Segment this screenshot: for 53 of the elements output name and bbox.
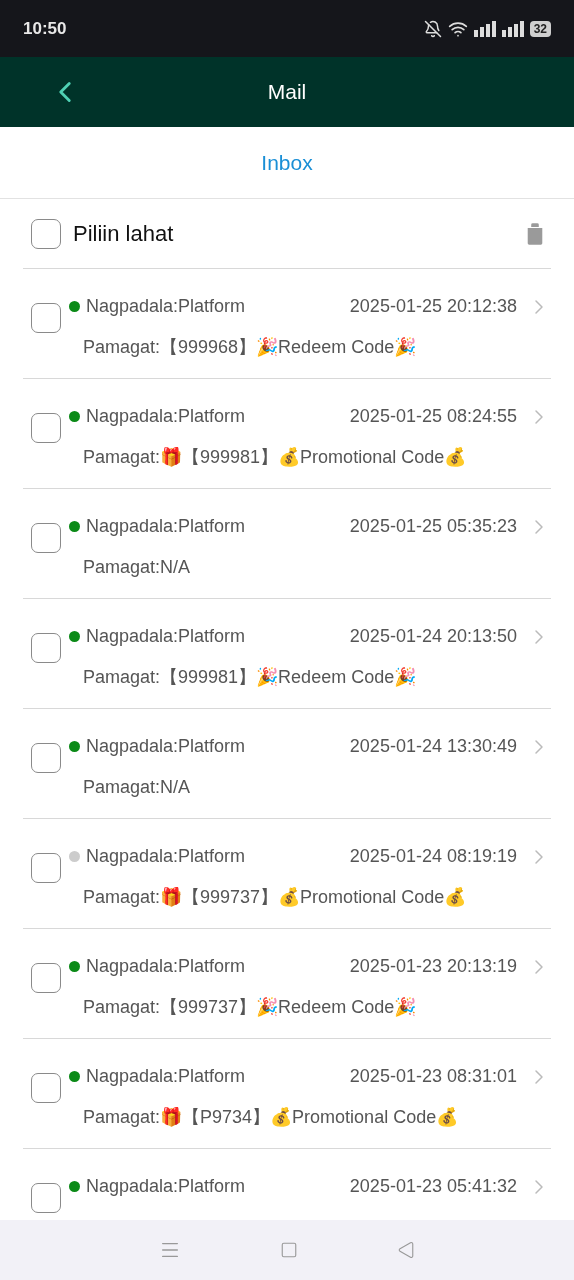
message-subject: Pamagat:N/A bbox=[83, 777, 191, 797]
sender-label: Nagpadala:Platform bbox=[86, 1175, 246, 1198]
page-title: Mail bbox=[267, 79, 307, 106]
message-date: 2025-01-24 20:13:50 bbox=[349, 625, 517, 648]
message-subject: Pamagat:【999737】🎉Redeem Code🎉 bbox=[83, 997, 417, 1017]
message-date: 2025-01-23 20:13:19 bbox=[349, 955, 517, 978]
message-date: 2025-01-24 08:19:19 bbox=[349, 845, 517, 868]
message-subject: Pamagat:N/A bbox=[83, 557, 191, 577]
sender-label: Nagpadala:Platform bbox=[86, 1065, 246, 1088]
message-subject: Pamagat:🎁【999981】💰Promotional Code💰 bbox=[83, 447, 467, 467]
message-subject: Pamagat:🎁【P9734】💰Promotional Code💰 bbox=[83, 1107, 459, 1127]
message-row[interactable]: Nagpadala:Platform 2025-01-24 20:13:50 Pamagat:【999981】🎉Redeem Code🎉 bbox=[23, 599, 551, 709]
signal-icon bbox=[501, 20, 524, 37]
checkbox[interactable] bbox=[31, 1073, 61, 1103]
sender-label: Nagpadala:Platform bbox=[86, 625, 246, 648]
home-icon[interactable] bbox=[280, 1241, 298, 1259]
message-row[interactable]: Nagpadala:Platform 2025-01-23 20:13:19 Pamagat:【999737】🎉Redeem Code🎉 bbox=[23, 929, 551, 1039]
sender-label: Nagpadala:Platform bbox=[86, 955, 246, 978]
message-subject: Pamagat:🎁【999737】💰Promotional Code💰 bbox=[83, 887, 467, 907]
message-date: 2025-01-23 05:41:32 bbox=[349, 1175, 517, 1198]
checkbox[interactable] bbox=[31, 633, 61, 663]
message-date: 2025-01-25 20:12:38 bbox=[349, 295, 517, 318]
sender-label: Nagpadala:Platform bbox=[86, 405, 246, 428]
select-all-label[interactable]: Piliin lahat bbox=[73, 217, 174, 250]
tab[interactable]: Inbox bbox=[253, 146, 321, 179]
message-row[interactable]: Nagpadala:Platform 2025-01-24 08:19:19 Pamagat:🎁【999737】💰Promotional Code💰 bbox=[23, 819, 551, 929]
sender-label: Nagpadala:Platform bbox=[86, 295, 246, 318]
message-row[interactable]: Nagpadala:Platform 2025-01-25 05:35:23 Pamagat:N/A bbox=[23, 489, 551, 599]
checkbox[interactable] bbox=[31, 303, 61, 333]
message-date: 2025-01-23 08:31:01 bbox=[349, 1065, 517, 1088]
message-subject: Pamagat:【999981】🎉Redeem Code🎉 bbox=[83, 667, 417, 687]
sender-label: Nagpadala:Platform bbox=[86, 735, 246, 758]
status-time: 10:50 bbox=[23, 17, 67, 40]
message-row[interactable]: Nagpadala:Platform 2025-01-25 20:12:38 Pamagat:【999968】🎉Redeem Code🎉 bbox=[23, 269, 551, 379]
checkbox[interactable] bbox=[31, 963, 61, 993]
checkbox[interactable] bbox=[31, 413, 61, 443]
message-date: 2025-01-25 05:35:23 bbox=[349, 515, 517, 538]
bell-off-icon bbox=[423, 19, 442, 38]
checkbox[interactable] bbox=[31, 218, 61, 249]
checkbox[interactable] bbox=[31, 523, 61, 553]
signal-icon bbox=[473, 20, 496, 37]
sender-label: Nagpadala:Platform bbox=[86, 515, 246, 538]
message-date: 2025-01-25 08:24:55 bbox=[349, 405, 517, 428]
message-subject: Pamagat:【999968】🎉Redeem Code🎉 bbox=[83, 337, 417, 357]
checkbox[interactable] bbox=[31, 1183, 61, 1213]
sender-label: Nagpadala:Platform bbox=[86, 845, 246, 868]
battery-level: 32 bbox=[533, 22, 547, 35]
message-row[interactable]: Nagpadala:Platform 2025-01-23 08:31:01 Pamagat:🎁【P9734】💰Promotional Code💰 bbox=[23, 1039, 551, 1149]
checkbox[interactable] bbox=[31, 743, 61, 773]
message-row[interactable]: Nagpadala:Platform 2025-01-25 08:24:55 Pamagat:🎁【999981】💰Promotional Code💰 bbox=[23, 379, 551, 489]
message-date: 2025-01-24 13:30:49 bbox=[349, 735, 517, 758]
checkbox[interactable] bbox=[31, 853, 61, 883]
message-row[interactable]: Nagpadala:Platform 2025-01-24 13:30:49 Pamagat:N/A bbox=[23, 709, 551, 819]
